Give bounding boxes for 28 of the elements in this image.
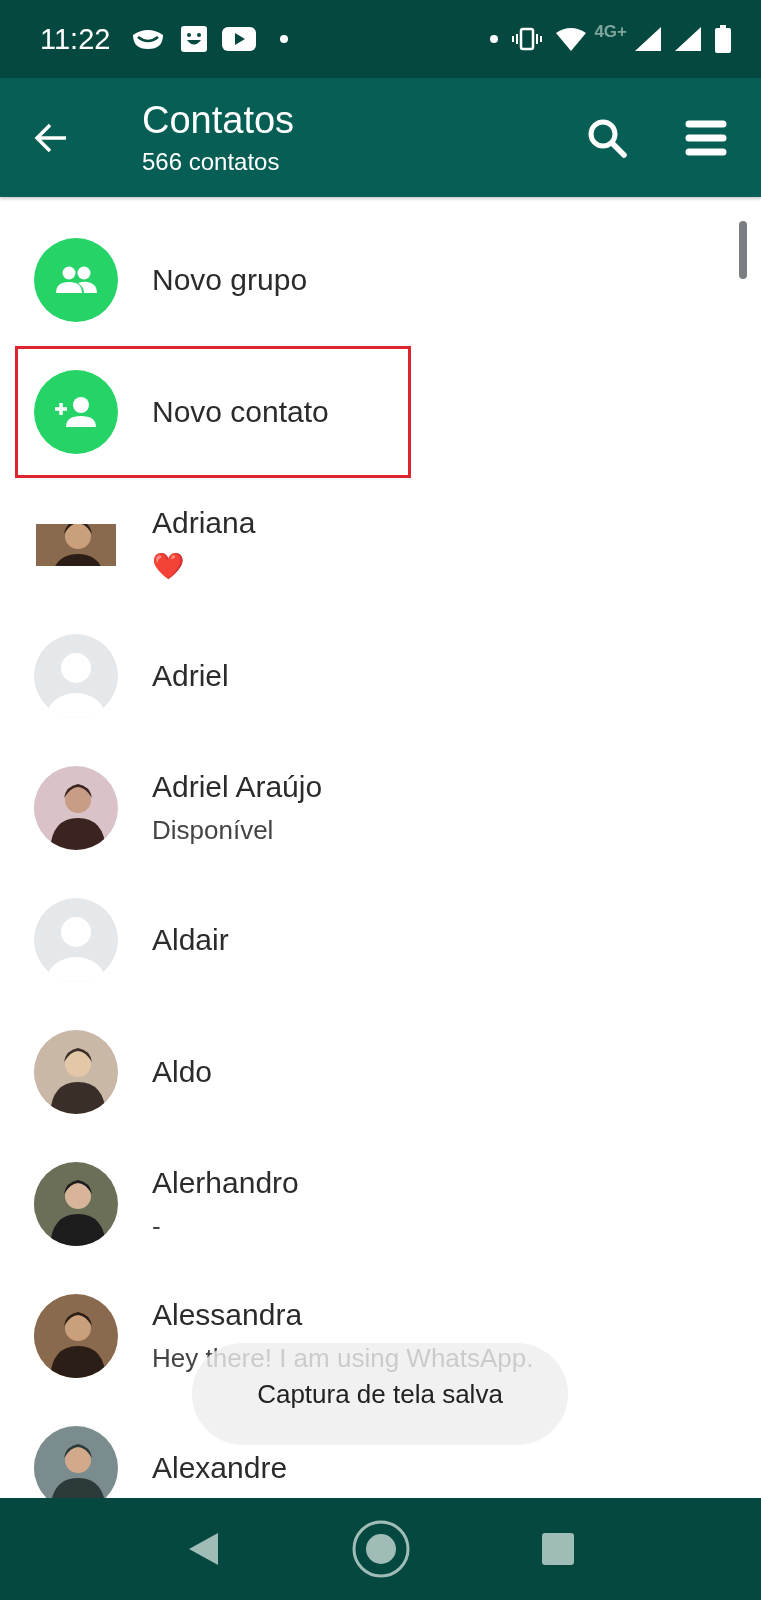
contact-name: Alerhandro [152,1166,299,1200]
contact-name: Adriel [152,659,229,693]
contact-name: Novo grupo [152,263,308,297]
battery-icon [715,25,731,53]
scroll-bar [739,221,747,279]
vibrate-icon [512,27,543,51]
contact-name: Aldo [152,1055,213,1089]
notification-dot-icon [490,35,499,43]
network-type-label: 4G+ [594,22,627,42]
contact-name: Adriana [152,506,256,540]
arrow-icon [34,122,68,153]
contact-status: Disponível [152,815,275,846]
contact-status: - [152,1211,162,1242]
notification-dot-icon [280,35,289,43]
video-play-icon [222,27,257,51]
signal-icon [675,27,701,51]
smiley-box-icon [180,25,209,53]
signal-icon [635,27,661,51]
contact-name: Alexandre [152,1451,288,1485]
contact-status: ❤ [152,551,185,582]
contact-name: Aldair [152,923,229,957]
contact-name: Alessandra [152,1298,304,1332]
clock: 11:22 [40,22,111,56]
contact-name: Novo contato [152,395,329,429]
contact-name: Adriel Araújo [152,770,323,804]
screen-title: Contatos [142,99,296,142]
contact-count: 566 contatos [142,148,281,176]
wifi-icon [556,27,587,51]
